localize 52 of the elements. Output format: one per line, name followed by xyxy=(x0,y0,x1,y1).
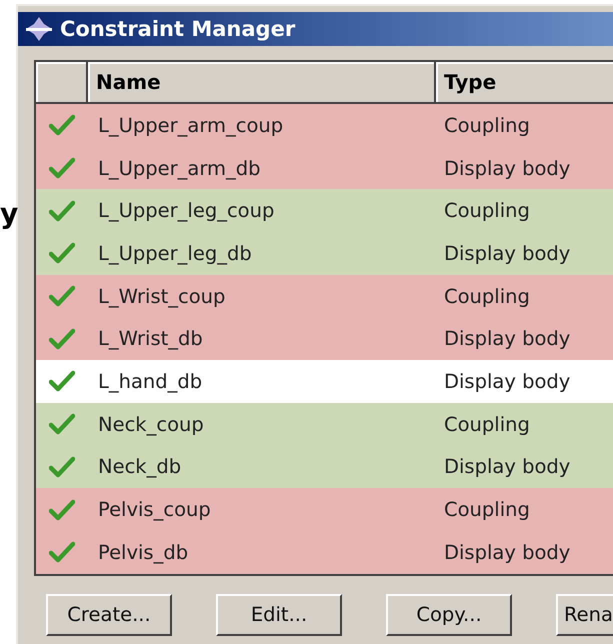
table-row[interactable]: Pelvis_db Display body xyxy=(36,530,613,574)
text-fragment: y xyxy=(0,200,18,228)
type-cell: Display body xyxy=(444,156,570,180)
name-cell: L_Upper_arm_coup xyxy=(98,114,284,137)
checkmark-icon[interactable] xyxy=(49,456,75,478)
column-header[interactable]: Name xyxy=(88,62,436,104)
table-row[interactable]: L_Upper_arm_coup Coupling xyxy=(36,104,613,147)
checkmark-icon[interactable] xyxy=(49,370,75,392)
dialog-button[interactable]: Copy... xyxy=(386,594,512,636)
table-row[interactable]: L_Wrist_db Display body xyxy=(36,317,613,360)
table-row[interactable]: L_Upper_leg_db Display body xyxy=(36,232,613,275)
type-cell: Coupling xyxy=(444,498,530,522)
table-row[interactable]: L_Upper_arm_db Display body xyxy=(36,146,613,190)
type-cell: Coupling xyxy=(444,284,530,308)
type-cell: Display body xyxy=(444,327,570,350)
checkmark-icon[interactable] xyxy=(49,285,75,308)
checkmark-icon[interactable] xyxy=(49,328,75,350)
table-row[interactable]: Neck_coup Coupling xyxy=(36,402,613,446)
window-icon xyxy=(24,16,54,42)
dialog-button[interactable]: Rena xyxy=(556,594,613,636)
checkmark-icon[interactable] xyxy=(49,114,75,136)
name-cell: Pelvis_coup xyxy=(98,498,211,522)
dialog-button[interactable]: Edit... xyxy=(216,594,342,636)
type-cell: Coupling xyxy=(444,114,530,137)
name-cell: Neck_coup xyxy=(98,412,204,436)
name-cell: L_Upper_leg_coup xyxy=(98,199,274,222)
checkmark-icon[interactable] xyxy=(49,200,75,222)
checkmark-icon[interactable] xyxy=(49,157,75,180)
type-cell: Display body xyxy=(444,242,570,265)
name-cell: L_Wrist_db xyxy=(98,327,203,350)
window-title: Constraint Manager xyxy=(60,17,296,41)
table-row[interactable]: L_Wrist_coup Coupling xyxy=(36,274,613,318)
type-cell: Display body xyxy=(444,540,570,564)
checkmark-icon[interactable] xyxy=(49,498,75,521)
checkmark-icon[interactable] xyxy=(49,413,75,436)
table-row[interactable]: L_Upper_leg_coup Coupling xyxy=(36,189,613,232)
column-header[interactable] xyxy=(36,62,88,104)
checkmark-icon[interactable] xyxy=(49,541,75,564)
checkmark-icon[interactable] xyxy=(49,242,75,264)
type-cell: Display body xyxy=(444,455,570,478)
type-cell: Coupling xyxy=(444,412,530,436)
name-cell: L_hand_db xyxy=(98,370,202,393)
dialog-button[interactable]: Create... xyxy=(46,594,172,636)
name-cell: L_Wrist_coup xyxy=(98,284,226,308)
name-cell: L_Upper_leg_db xyxy=(98,242,252,265)
table-row[interactable]: Neck_db Display body xyxy=(36,446,613,488)
name-cell: Pelvis_db xyxy=(98,540,188,564)
name-cell: Neck_db xyxy=(98,455,182,478)
type-cell: Display body xyxy=(444,370,570,393)
name-cell: L_Upper_arm_db xyxy=(98,156,261,180)
type-cell: Coupling xyxy=(444,199,530,222)
table-row[interactable]: Pelvis_coup Coupling xyxy=(36,488,613,531)
